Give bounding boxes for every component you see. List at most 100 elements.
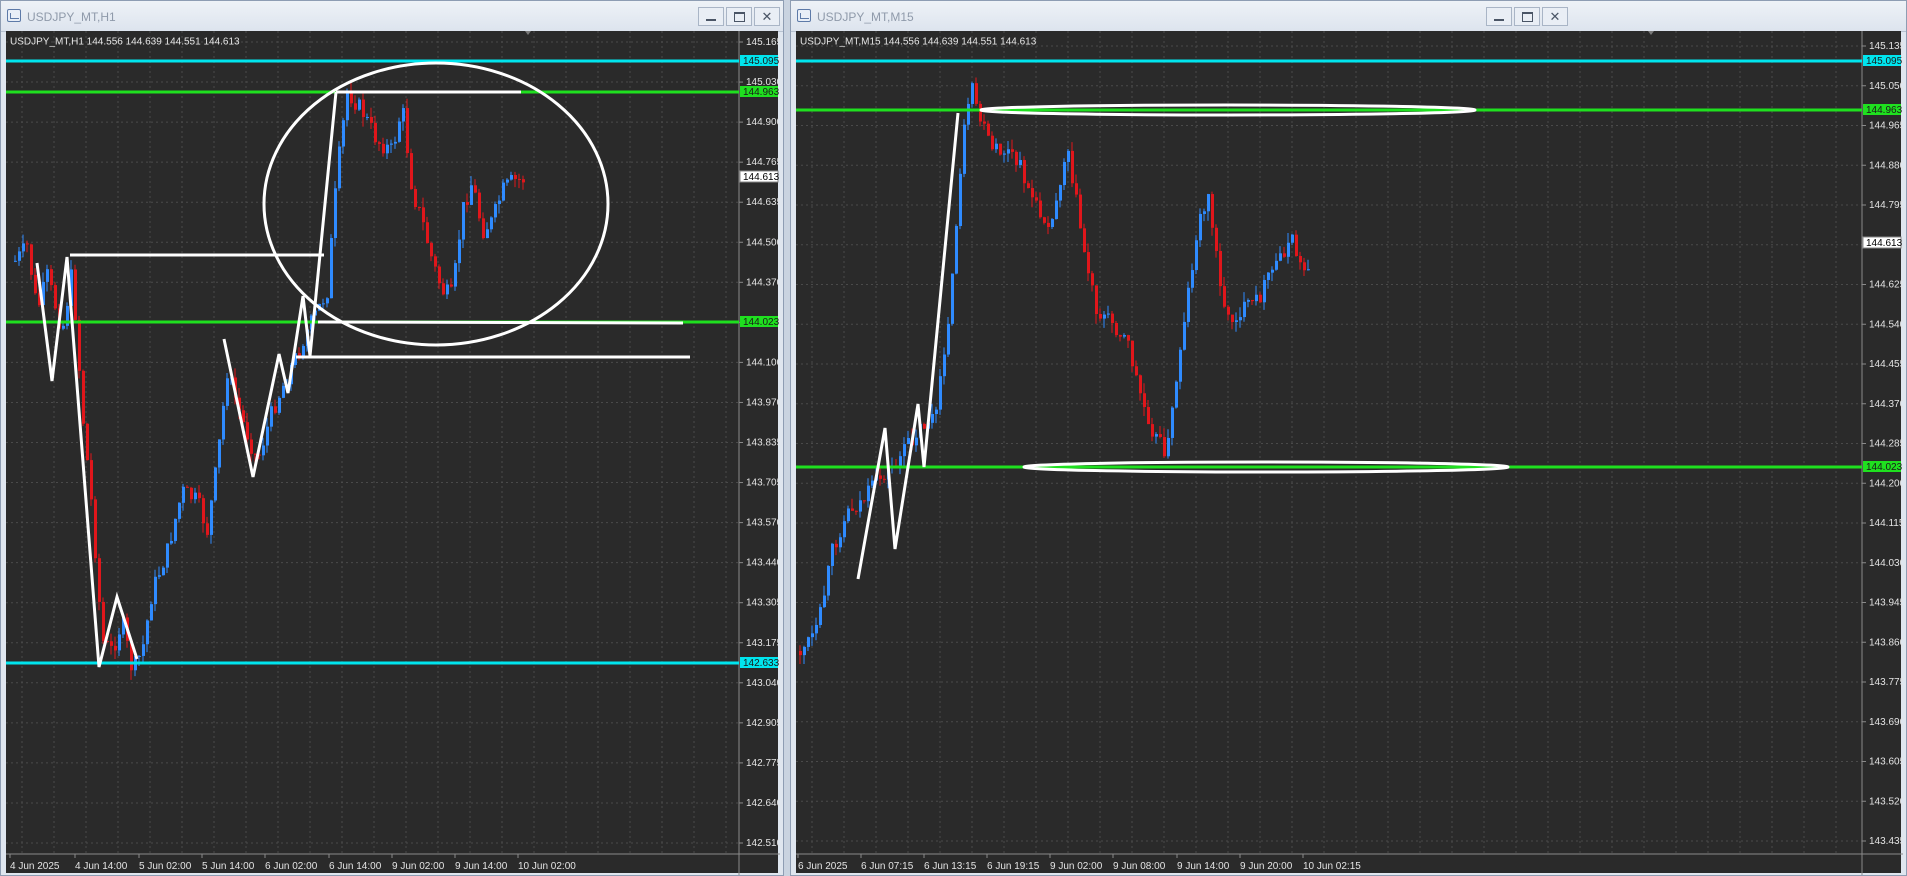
candle-body [883, 478, 886, 480]
current-price-label: 144.613 [743, 172, 780, 183]
candle-body [150, 604, 153, 621]
candle-body [819, 607, 822, 625]
candle-body [1099, 314, 1102, 319]
candle-body [326, 298, 329, 304]
candle-body [1299, 256, 1302, 263]
candle-body [114, 645, 117, 651]
candle-body [1159, 434, 1162, 438]
candle-body [1195, 240, 1198, 271]
price-chart-m15[interactable]: 145.135145.050144.965144.880144.795144.7… [796, 31, 1903, 875]
minimize-button[interactable] [698, 7, 724, 26]
candle-body [847, 508, 850, 522]
candle-body [823, 595, 826, 608]
candle-body [454, 263, 457, 287]
candle-body [214, 467, 217, 501]
candle-body [1147, 407, 1150, 425]
shift-marker [1648, 31, 1654, 35]
candle-body [971, 83, 974, 104]
candle-body [1131, 340, 1134, 367]
candle-body [398, 121, 401, 142]
candle-body [274, 406, 277, 413]
candle-body [1199, 213, 1202, 241]
candle-body [262, 445, 265, 456]
candle-body [470, 185, 473, 205]
time-tick-label: 6 Jun 13:15 [924, 861, 977, 872]
candle-body [963, 124, 966, 174]
window-titlebar[interactable]: USDJPY_MT,M15 [791, 1, 1906, 32]
candle-body [246, 422, 249, 440]
candle-body [1183, 321, 1186, 350]
price-tick-label: 143.705 [746, 478, 780, 489]
level-price-tag-label: 144.023 [743, 317, 780, 328]
candle-body [142, 644, 145, 656]
minimize-button[interactable] [1486, 7, 1512, 26]
candle-body [1155, 434, 1158, 437]
close-button[interactable] [754, 7, 780, 26]
candle-body [1215, 227, 1218, 251]
candle-body [1071, 150, 1074, 184]
level-price-tag-label: 145.095 [743, 56, 780, 67]
window-titlebar[interactable]: USDJPY_MT,H1 [1, 1, 783, 32]
candle-body [1251, 299, 1254, 302]
candle-body [146, 620, 149, 645]
candle-body [1187, 287, 1190, 322]
candle-body [931, 413, 934, 423]
price-tick-label: 144.200 [1869, 478, 1903, 489]
candle-body [338, 146, 341, 189]
price-chart-h1[interactable]: 145.165 145.030 144.900 144.765 144.635 144.5… [6, 31, 780, 875]
candle-body [1011, 149, 1014, 152]
candle-body [991, 135, 994, 150]
candle-body [1179, 349, 1182, 382]
zigzag-drawing [35, 256, 139, 668]
maximize-button[interactable] [726, 7, 752, 26]
price-tick-label: 143.440 [746, 558, 780, 569]
maximize-button[interactable] [1514, 7, 1540, 26]
candle-body [1211, 194, 1214, 228]
chart-svg: 145.135145.050144.965144.880144.795144.7… [796, 31, 1903, 875]
candle-body [815, 624, 818, 634]
price-tick-label: 145.135 [1869, 41, 1903, 52]
chart-svg: 145.165145.030144.900144.765144.635144.5… [6, 31, 780, 875]
time-tick-label: 6 Jun 02:00 [265, 861, 318, 872]
candle-body [394, 141, 397, 144]
price-tick-label: 144.795 [1869, 200, 1903, 211]
candle-body [1287, 242, 1290, 257]
candle-body [362, 99, 365, 118]
candle-body [426, 222, 429, 244]
candle-body [1191, 270, 1194, 288]
candle-body [1303, 262, 1306, 271]
candle-body [74, 269, 77, 320]
price-tick-label: 143.835 [746, 438, 780, 449]
candle-body [1039, 200, 1042, 218]
candle-body [1103, 314, 1106, 319]
candle-body [1171, 407, 1174, 438]
window-title: USDJPY_MT,M15 [817, 10, 914, 24]
candle-body [951, 273, 954, 324]
candle-body [266, 426, 269, 446]
price-tick-label: 144.370 [746, 277, 780, 288]
candle-body [807, 637, 810, 647]
candle-body [198, 492, 201, 499]
candle-body [907, 437, 910, 445]
candle-body [1027, 183, 1030, 189]
candle-body [378, 142, 381, 144]
candle-body [490, 217, 493, 230]
candle-body [442, 283, 445, 295]
candle-body [518, 178, 521, 180]
level-price-tag-label: 144.963 [743, 87, 780, 98]
candle-body [494, 204, 497, 218]
candle-body [282, 385, 285, 398]
candle-body [86, 423, 89, 461]
candle-body [354, 103, 357, 110]
time-tick-label: 9 Jun 02:00 [392, 861, 445, 872]
candle-body [1087, 252, 1090, 274]
price-tick-label: 144.100 [746, 357, 780, 368]
candle-body [110, 641, 113, 646]
candle-body [1083, 228, 1086, 253]
close-button[interactable] [1542, 7, 1568, 26]
candle-body [1111, 313, 1114, 324]
price-tick-label: 143.860 [1869, 637, 1903, 648]
candle-body [178, 502, 181, 519]
candle-body [1079, 194, 1082, 229]
candle-body [18, 251, 21, 261]
